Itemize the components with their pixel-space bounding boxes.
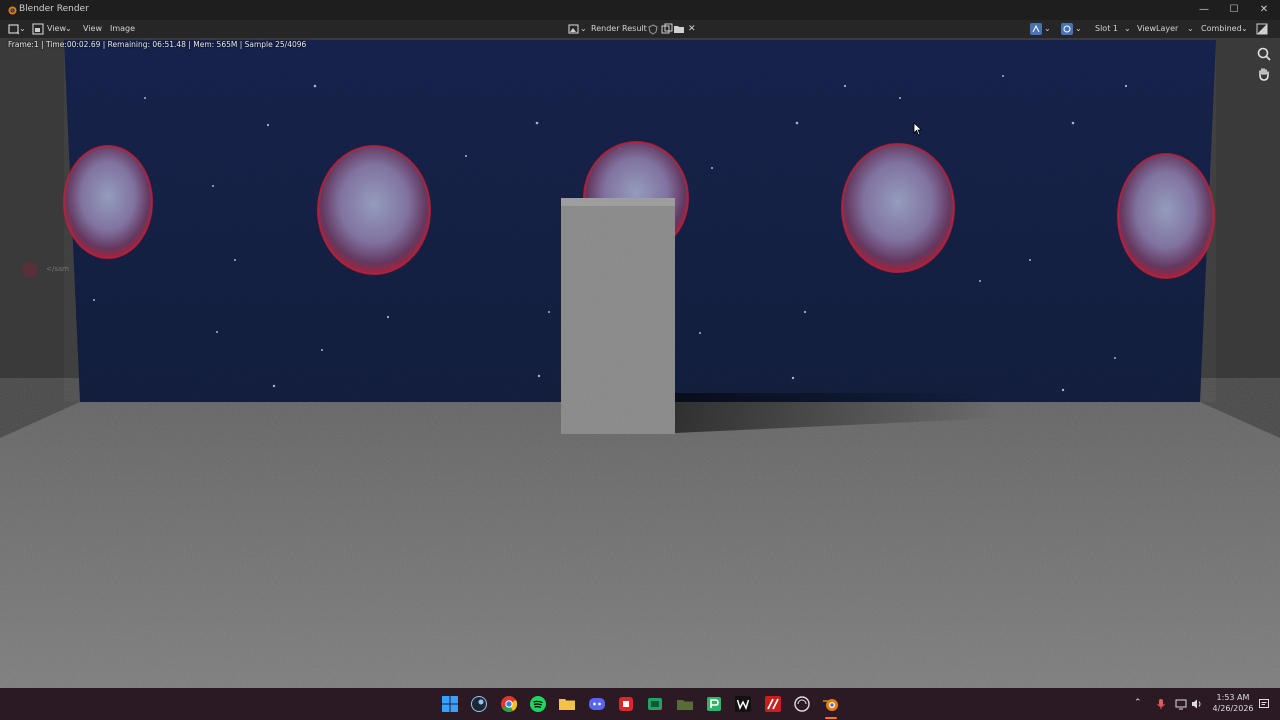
render-viewport[interactable]: Frame:1 | Time:00:02.69 | Remaining: 06:… [0,38,1280,688]
network-icon[interactable] [1175,698,1187,710]
menu-image[interactable]: Image [110,23,135,35]
menu-view[interactable]: View [83,23,102,35]
spotify-icon[interactable] [529,695,547,713]
image-browse-icon[interactable] [568,23,580,35]
title-bar: Blender Render — ☐ ✕ [0,0,1280,20]
app-slash-icon[interactable] [764,695,782,713]
minimize-icon[interactable]: — [1196,2,1212,18]
display-channels-icon[interactable] [1256,23,1268,35]
taskbar: ⌃ 1:53 AM 4/26/2026 [0,688,1280,720]
notification-icon[interactable] [1258,698,1270,710]
file-explorer-icon[interactable] [558,695,576,713]
chrome-icon[interactable] [500,695,518,713]
overlay-icon[interactable] [1061,23,1073,35]
mouse-cursor-icon [913,122,923,136]
zoom-icon[interactable] [1256,46,1272,62]
render-image [0,38,1280,688]
app-circle-icon[interactable] [793,695,811,713]
pan-hand-icon[interactable] [1256,66,1272,82]
close-icon[interactable]: ✕ [688,23,696,35]
tray-chevron-up-icon[interactable]: ⌃ [1134,698,1142,708]
render-pass-dropdown[interactable]: Combined [1201,23,1242,35]
maximize-icon[interactable]: ☐ [1226,2,1242,18]
chevron-down-icon[interactable]: ⌄ [1241,23,1248,35]
window-title: Blender Render [19,4,89,14]
open-folder-icon[interactable] [673,23,685,35]
app-green2-icon[interactable] [705,695,723,713]
pillar-noise [561,198,675,434]
windows-start-icon[interactable] [441,695,459,713]
volume-icon[interactable] [1191,698,1203,710]
chevron-down-icon[interactable]: ⌄ [65,23,72,35]
chevron-down-icon[interactable]: ⌄ [580,23,587,35]
steam-icon[interactable] [470,695,488,713]
slot-dropdown[interactable]: Slot 1 [1095,23,1118,35]
sample-icon[interactable] [1030,23,1042,35]
clock-time[interactable]: 1:53 AM [1214,692,1252,703]
chevron-down-icon[interactable]: ⌄ [1075,23,1082,35]
active-app-indicator [825,717,837,719]
render-overlay-label: </sam [46,265,69,273]
render-status-text: Frame:1 | Time:00:02.69 | Remaining: 06:… [8,40,307,49]
image-name-field[interactable]: Render Result [591,23,647,35]
app-red-icon[interactable] [617,695,635,713]
view-mode-icon[interactable] [32,23,44,35]
view-layer-dropdown[interactable]: ViewLayer [1137,23,1178,35]
chevron-down-icon[interactable]: ⌄ [1187,23,1194,35]
close-icon[interactable]: ✕ [1256,2,1272,18]
microphone-icon[interactable] [1155,698,1167,710]
blender-icon[interactable] [822,695,840,713]
menu-view-dropdown[interactable]: View [47,23,66,35]
discord-icon[interactable] [588,695,606,713]
app-w-icon[interactable] [734,695,752,713]
chevron-down-icon[interactable]: ⌄ [19,23,26,35]
clock-date[interactable]: 4/26/2026 [1210,703,1256,714]
app-green-icon[interactable] [646,695,664,713]
chevron-down-icon[interactable]: ⌄ [1044,23,1051,35]
app-folder-icon[interactable] [676,695,694,713]
overlay-avatar-icon [22,262,38,278]
blender-icon [8,6,17,15]
fake-user-icon[interactable] [647,23,659,35]
duplicate-icon[interactable] [661,23,673,35]
chevron-down-icon[interactable]: ⌄ [1124,23,1131,35]
image-editor-header: ⌄ View ⌄ View Image ⌄ Render Result ✕ ⌄ … [0,20,1280,38]
